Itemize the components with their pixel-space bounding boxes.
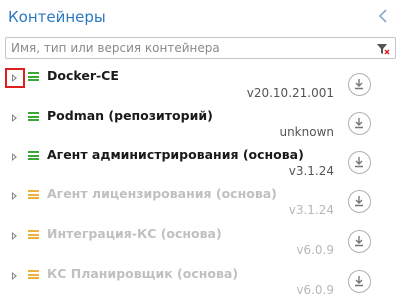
containers-panel: Контейнеры Docker-CE v20.10.21.001 [0, 0, 403, 308]
status-green-icon [28, 151, 39, 160]
container-item[interactable]: Интеграция-КС (основа) v6.0.9 [0, 222, 403, 262]
status-green-icon [28, 112, 39, 121]
status-green-icon [28, 72, 39, 81]
container-name: Docker-CE [47, 68, 119, 83]
container-version: v6.0.9 [296, 243, 334, 257]
container-name: Агент лицензирования (основа) [47, 186, 277, 201]
container-name: КС Планировщик (основа) [47, 266, 239, 281]
download-icon[interactable] [348, 151, 371, 174]
expand-arrow-icon[interactable] [9, 151, 21, 163]
expand-arrow-icon[interactable] [9, 190, 21, 202]
container-item[interactable]: КС Планировщик (основа) v6.0.9 [0, 262, 403, 302]
container-version: unknown [279, 125, 334, 139]
download-icon[interactable] [348, 73, 371, 96]
download-icon[interactable] [348, 270, 371, 293]
download-icon[interactable] [348, 230, 371, 253]
panel-title: Контейнеры [8, 8, 106, 26]
container-name: Podman (репозиторий) [47, 108, 213, 123]
container-name: Агент администрирования (основа) [47, 147, 304, 162]
panel-header: Контейнеры [0, 0, 403, 34]
container-name: Интеграция-КС (основа) [47, 226, 222, 241]
search-field[interactable] [5, 37, 396, 59]
status-orange-icon [28, 270, 39, 279]
download-icon[interactable] [348, 190, 371, 213]
expand-arrow-icon[interactable] [9, 112, 21, 124]
expand-arrow-icon[interactable] [5, 68, 25, 88]
expand-arrow-icon[interactable] [9, 270, 21, 282]
container-item[interactable]: Агент администрирования (основа) v3.1.24 [0, 143, 403, 183]
download-icon[interactable] [348, 112, 371, 135]
container-version: v20.10.21.001 [246, 86, 334, 100]
chevron-left-icon[interactable] [375, 7, 391, 27]
expand-arrow-icon[interactable] [9, 230, 21, 242]
filter-clear-icon[interactable] [376, 41, 390, 55]
status-orange-icon [28, 190, 39, 199]
container-item[interactable]: Podman (репозиторий) unknown [0, 104, 403, 144]
container-item[interactable]: Docker-CE v20.10.21.001 [0, 64, 403, 104]
container-version: v3.1.24 [288, 164, 334, 178]
container-item[interactable]: Агент лицензирования (основа) v3.1.24 [0, 182, 403, 222]
status-orange-icon [28, 230, 39, 239]
search-input[interactable] [11, 39, 366, 57]
container-version: v6.0.9 [296, 283, 334, 297]
container-version: v3.1.24 [288, 203, 334, 217]
